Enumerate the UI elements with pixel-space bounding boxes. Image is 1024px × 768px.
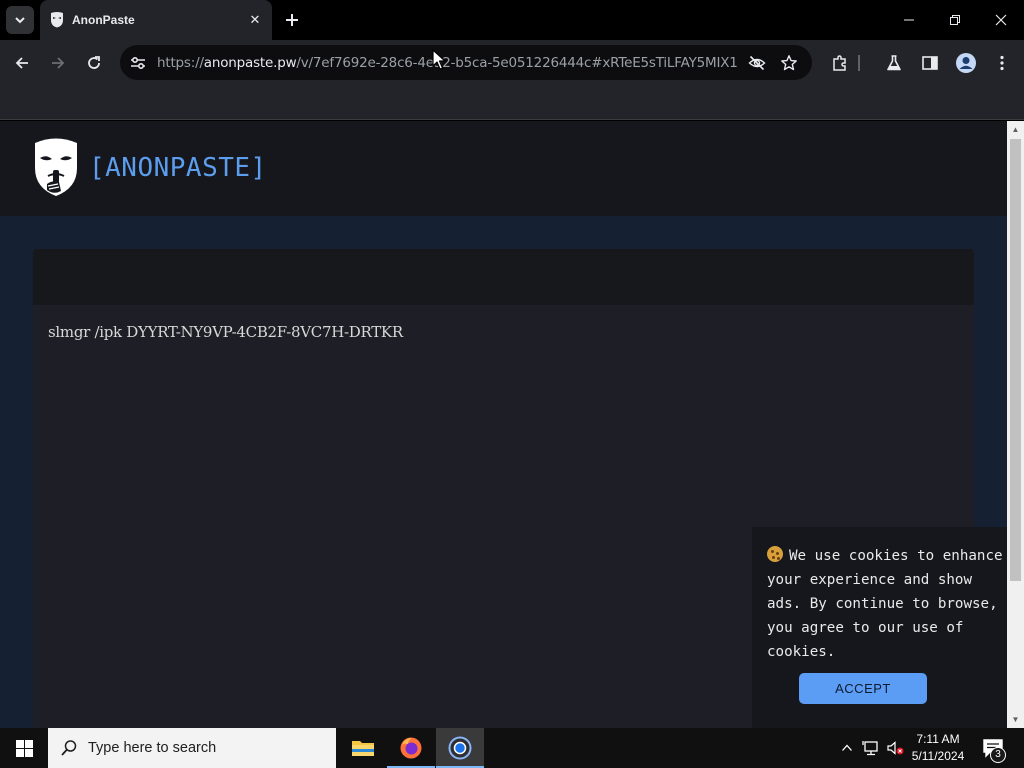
clock-date: 5/11/2024 <box>911 749 965 763</box>
network-icon <box>862 741 878 756</box>
url-path: /v/7ef7692e-28c6-4e52-b5ca-5e051226444c#… <box>296 55 737 71</box>
scroll-down-arrow-icon[interactable]: ▼ <box>1007 711 1024 728</box>
chevron-down-icon <box>15 17 25 24</box>
clock-time: 7:11 AM <box>916 732 960 746</box>
site-info-icon[interactable] <box>128 53 148 73</box>
close-window-button[interactable] <box>978 0 1024 40</box>
site-header: [ANONPASTE] <box>0 121 1007 216</box>
side-panel-icon <box>922 56 938 70</box>
windows-logo-icon <box>15 739 33 757</box>
system-clock[interactable]: 7:11 AM 5/11/2024 <box>905 731 971 765</box>
forward-button[interactable] <box>45 50 71 76</box>
volume-button[interactable] <box>886 739 904 757</box>
tab-strip: AnonPaste ✕ <box>0 0 1024 40</box>
taskbar-firefox[interactable] <box>387 728 435 768</box>
labs-button[interactable] <box>883 52 905 74</box>
browser-menu-button[interactable] <box>991 52 1013 74</box>
url-text: https://anonpaste.pw/v/7ef7692e-28c6-4e5… <box>157 55 737 71</box>
address-bar[interactable]: https://anonpaste.pw/v/7ef7692e-28c6-4e5… <box>120 45 812 80</box>
chevron-up-icon <box>842 744 852 751</box>
avatar-icon <box>956 53 976 73</box>
paste-card-header <box>33 249 974 305</box>
tab-close-icon[interactable]: ✕ <box>246 11 264 29</box>
star-icon <box>781 55 797 71</box>
arrow-right-icon <box>52 57 65 69</box>
url-host: anonpaste.pw <box>203 55 297 71</box>
flask-icon <box>887 55 901 71</box>
tray-overflow-button[interactable] <box>838 739 856 757</box>
scrollbar-thumb[interactable] <box>1010 139 1021 581</box>
accept-cookies-button[interactable]: ACCEPT <box>799 673 927 704</box>
page-scrollbar[interactable]: ▲ ▼ <box>1007 121 1024 728</box>
toolbar-divider <box>858 55 860 71</box>
plus-icon <box>286 14 298 26</box>
start-button[interactable] <box>0 728 48 768</box>
browser-toolbar: https://anonpaste.pw/v/7ef7692e-28c6-4e5… <box>0 40 1024 86</box>
kebab-menu-icon <box>1000 55 1004 71</box>
network-button[interactable] <box>862 739 880 757</box>
anon-mask-logo-icon[interactable] <box>32 138 80 198</box>
cookie-icon <box>767 546 783 562</box>
windows-taskbar: Type here to search 7:11 AM 5/11/2024 3 <box>0 728 1024 768</box>
back-button[interactable] <box>9 50 35 76</box>
folder-icon <box>352 741 374 756</box>
cookie-text: We use cookies to enhance your experienc… <box>767 548 1003 660</box>
tracking-protection-icon[interactable] <box>747 53 767 73</box>
scroll-up-arrow-icon[interactable]: ▲ <box>1007 121 1024 138</box>
restore-button[interactable] <box>932 0 978 40</box>
notification-count-badge: 3 <box>990 747 1006 763</box>
close-icon <box>995 14 1007 26</box>
search-placeholder: Type here to search <box>88 740 217 756</box>
taskbar-search-box[interactable]: Type here to search <box>48 728 336 768</box>
taskbar-chrome[interactable] <box>436 728 484 768</box>
tab-title: AnonPaste <box>72 13 135 27</box>
bookmarks-bar <box>0 86 1024 120</box>
mask-favicon-icon <box>51 12 63 28</box>
paste-content: slmgr /ipk DYYRT-NY9VP-4CB2F-8VC7H-DRTKR <box>48 323 403 341</box>
minimize-icon <box>904 19 914 21</box>
new-tab-button[interactable] <box>281 9 303 31</box>
minimize-button[interactable] <box>886 0 932 40</box>
mouse-pointer-icon <box>432 49 446 70</box>
side-panel-button[interactable] <box>919 52 941 74</box>
cookie-banner: We use cookies to enhance your experienc… <box>752 527 1007 728</box>
arrow-left-icon <box>15 57 28 69</box>
eye-slash-icon <box>748 55 766 71</box>
taskbar-file-explorer[interactable] <box>339 728 387 768</box>
restore-icon <box>950 15 960 25</box>
speaker-muted-icon <box>887 741 904 755</box>
url-prefix: https:// <box>157 55 204 71</box>
site-logo-text[interactable]: [ANONPASTE] <box>89 153 267 183</box>
tab-search-button[interactable] <box>6 6 34 34</box>
cookie-message: We use cookies to enhance your experienc… <box>767 544 1005 664</box>
reload-icon <box>88 56 100 69</box>
puzzle-icon <box>833 55 846 71</box>
firefox-icon <box>400 737 422 759</box>
extensions-button[interactable] <box>829 52 851 74</box>
chrome-icon <box>448 736 472 760</box>
bookmark-star-button[interactable] <box>779 53 799 73</box>
browser-tab-active[interactable]: AnonPaste ✕ <box>40 0 272 40</box>
profile-button[interactable] <box>955 52 977 74</box>
reload-button[interactable] <box>81 50 107 76</box>
search-icon <box>61 740 77 756</box>
